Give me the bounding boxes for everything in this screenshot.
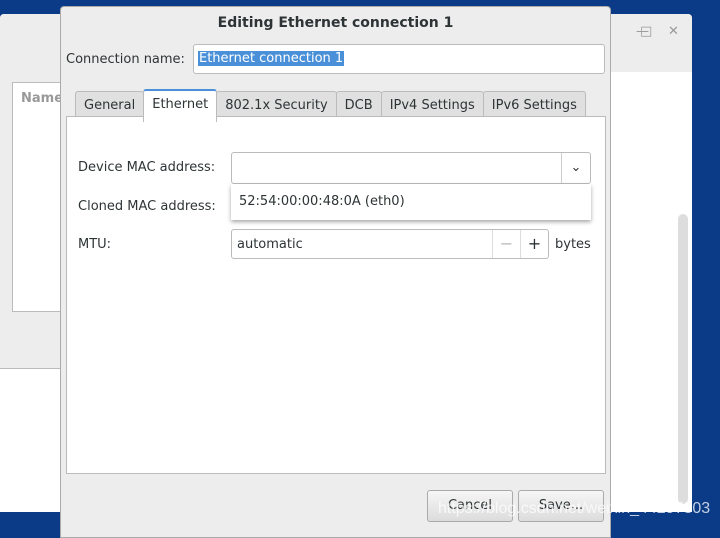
cloned-mac-label: Cloned MAC address: [78,199,216,214]
list-header-name: Name [21,91,64,106]
connection-name-value: Ethernet connection 1 [198,51,345,66]
scrollbar[interactable] [678,214,688,504]
connection-list[interactable]: Name [12,82,64,312]
mtu-label: MTU: [78,237,112,252]
maximize-button[interactable]: □ [640,24,652,39]
connection-name-input[interactable]: Ethernet connection 1 [193,44,605,74]
device-mac-combobox[interactable]: ⌄ [231,152,591,184]
watermark: https://blog.csdn.net/weixin_44297303 [438,500,711,517]
edit-connection-dialog: Editing Ethernet connection 1 Connection… [60,6,611,538]
minus-icon[interactable]: − [492,230,520,258]
close-button[interactable]: ✕ [668,24,679,39]
chevron-down-icon[interactable]: ⌄ [561,153,590,183]
mtu-value: automatic [237,237,303,252]
plus-icon[interactable]: + [520,230,548,258]
device-mac-dropdown: 52:54:00:00:48:0A (eth0) [231,184,591,220]
dropdown-option[interactable]: 52:54:00:00:48:0A (eth0) [239,194,405,209]
tab-ethernet[interactable]: Ethernet [143,89,218,122]
device-mac-label: Device MAC address: [78,160,216,175]
connection-name-label: Connection name: [66,52,185,67]
dialog-title: Editing Ethernet connection 1 [217,15,454,31]
mtu-spinbutton[interactable]: automatic − + [231,229,549,259]
mtu-unit: bytes [555,237,591,252]
tab-bar: General Ethernet 802.1x Security DCB IPv… [75,89,586,122]
